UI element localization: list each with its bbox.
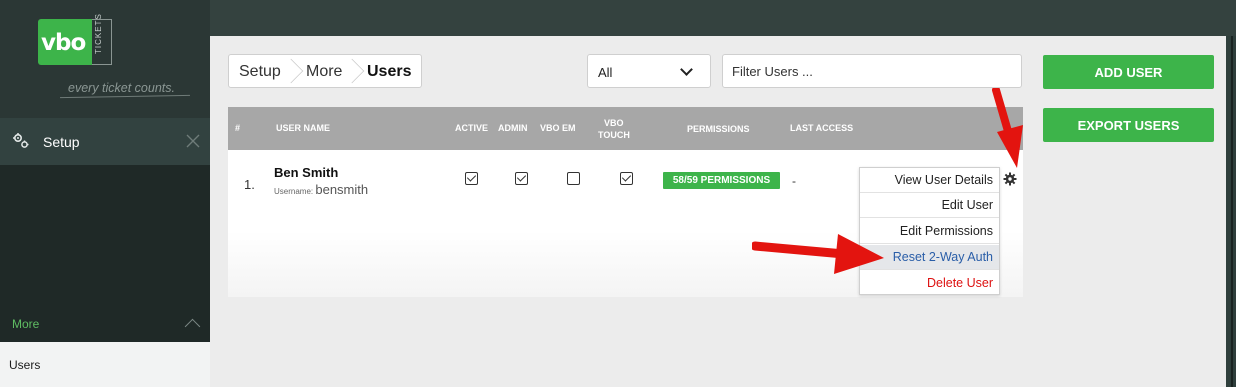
- admin-checkbox[interactable]: [515, 172, 528, 185]
- user-actions-menu: View User Details Edit User Edit Permiss…: [859, 167, 1000, 295]
- logo-area: vbo TICKETS every ticket counts.: [0, 0, 210, 118]
- gears-icon: [12, 132, 30, 150]
- col-permissions[interactable]: PERMISSIONS: [687, 124, 750, 135]
- breadcrumb-separator: [278, 58, 304, 84]
- breadcrumb-more[interactable]: More: [306, 63, 342, 81]
- table-header: # USER NAME ACTIVE ADMIN VBO EM VBO TOUC…: [228, 107, 1023, 150]
- vbo-tickets-logo[interactable]: vbo TICKETS: [38, 13, 112, 65]
- breadcrumb-setup[interactable]: Setup: [239, 63, 281, 81]
- username-label: Username:: [274, 187, 314, 196]
- user-name[interactable]: Ben Smith: [274, 165, 338, 180]
- col-vbo-touch-line2: TOUCH: [598, 130, 630, 140]
- chevron-up-icon: [184, 318, 201, 335]
- vbo-em-checkbox[interactable]: [567, 172, 580, 185]
- gear-icon[interactable]: [1003, 172, 1017, 186]
- filter-users-input[interactable]: [722, 54, 1022, 88]
- col-vbo-touch-line1: VBO: [604, 118, 624, 128]
- col-admin[interactable]: ADMIN: [498, 123, 528, 134]
- export-users-button[interactable]: EXPORT USERS: [1043, 108, 1214, 142]
- scope-select-value: All: [598, 65, 613, 80]
- menu-item-edit-user[interactable]: Edit User: [860, 193, 999, 218]
- col-user-name[interactable]: USER NAME: [276, 123, 330, 134]
- col-num: #: [235, 123, 241, 133]
- breadcrumb-separator: [339, 58, 365, 84]
- sidebar-item-label: Setup: [43, 134, 80, 150]
- sidebar-item-users[interactable]: Users: [0, 342, 210, 387]
- menu-item-edit-permissions[interactable]: Edit Permissions: [860, 219, 999, 244]
- col-last-access[interactable]: LAST ACCESS: [790, 123, 853, 134]
- scope-select[interactable]: All: [587, 54, 711, 88]
- tagline: every ticket counts.: [68, 81, 175, 95]
- logo-side-text: TICKETS: [94, 13, 103, 54]
- add-user-button[interactable]: ADD USER: [1043, 55, 1214, 89]
- col-active[interactable]: ACTIVE: [455, 123, 488, 134]
- chevron-down-icon: [680, 63, 693, 76]
- sidebar: vbo TICKETS every ticket counts. Setup M…: [0, 0, 210, 387]
- close-icon[interactable]: [186, 130, 200, 153]
- username-value: bensmith: [315, 182, 369, 197]
- last-access-value: -: [792, 174, 796, 188]
- sidebar-item-setup[interactable]: Setup: [0, 118, 210, 165]
- breadcrumb-users: Users: [367, 63, 412, 80]
- col-vbo-em[interactable]: VBO EM: [540, 123, 576, 134]
- tagline-underline: [60, 94, 190, 99]
- logo-text: vbo: [41, 30, 86, 56]
- permissions-badge[interactable]: 58/59 PERMISSIONS: [663, 172, 780, 189]
- menu-item-view-user-details[interactable]: View User Details: [860, 168, 999, 193]
- row-number: 1.: [244, 177, 255, 192]
- breadcrumb: Setup More Users: [228, 54, 422, 88]
- sidebar-item-more[interactable]: More: [0, 306, 210, 342]
- active-checkbox[interactable]: [465, 172, 478, 185]
- sidebar-item-label: More: [12, 317, 40, 331]
- menu-item-delete-user[interactable]: Delete User: [860, 271, 999, 296]
- menu-item-reset-2-way-auth[interactable]: Reset 2-Way Auth: [860, 245, 999, 270]
- vbo-touch-checkbox[interactable]: [620, 172, 633, 185]
- sidebar-item-label: Users: [9, 358, 41, 372]
- username-line: Username: bensmith: [274, 182, 368, 197]
